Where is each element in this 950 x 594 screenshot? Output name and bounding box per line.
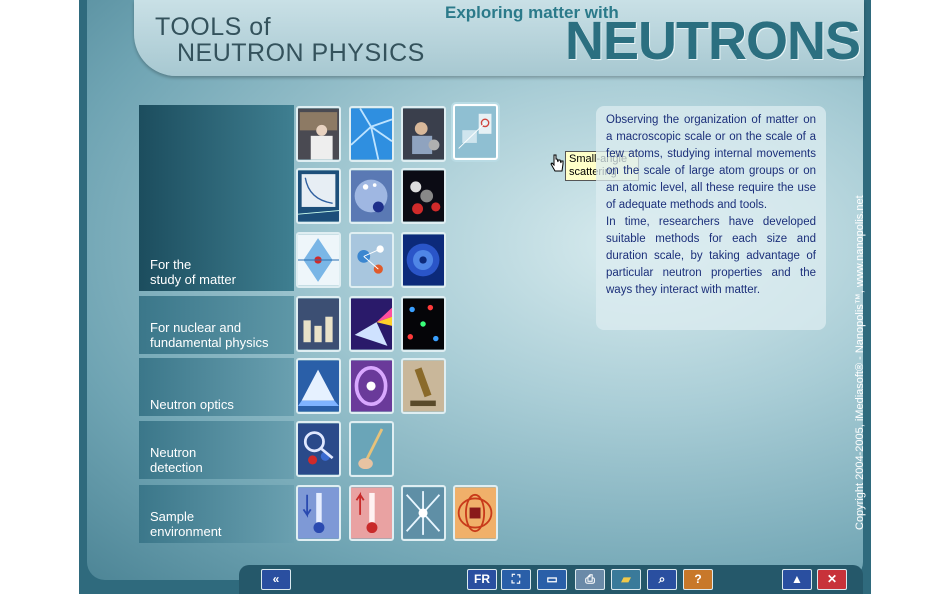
- pointer-hand-icon: [550, 154, 564, 177]
- thumb-particle-lattice[interactable]: [401, 296, 446, 352]
- thumb-diffraction-pattern[interactable]: [349, 168, 394, 224]
- thumb-molecule[interactable]: [401, 168, 446, 224]
- thumb-reactor-building[interactable]: [296, 296, 341, 352]
- category-nuclear-physics[interactable]: For nuclear and fundamental physics: [139, 296, 294, 354]
- copyright-text: Copyright 2004-2005, iMediasoft® - Nanop…: [854, 195, 866, 530]
- description-panel: Observing the organization of matter on …: [596, 106, 826, 330]
- thumb-prism[interactable]: [296, 358, 341, 414]
- help-icon: ?: [694, 572, 702, 586]
- thumb-pressure-burst[interactable]: [401, 485, 446, 541]
- fullscreen-button[interactable]: ⛶: [501, 569, 531, 590]
- thumb-interference-pattern[interactable]: [296, 232, 341, 288]
- thumb-quasicrystal[interactable]: [401, 232, 446, 288]
- thumb-detector-magnifier[interactable]: [296, 421, 341, 477]
- print-icon: ⎙: [585, 572, 595, 586]
- fullscreen-icon: ⛶: [511, 572, 521, 586]
- description-paragraph-2: In time, researchers have developed suit…: [606, 216, 816, 296]
- up-button[interactable]: ▲: [782, 569, 812, 590]
- thumb-researcher[interactable]: [296, 106, 341, 162]
- language-button[interactable]: FR: [467, 569, 497, 590]
- window-icon: ▭: [546, 572, 558, 586]
- zoom-icon: ⌕: [658, 572, 666, 586]
- folder-button[interactable]: ▰: [611, 569, 641, 590]
- category-neutron-optics[interactable]: Neutron optics: [139, 358, 294, 416]
- category-label: Neutron detection: [150, 445, 203, 475]
- folder-icon: ▰: [621, 572, 631, 586]
- page-title: TOOLS of NEUTRON PHYSICS: [155, 14, 425, 66]
- window-button[interactable]: ▭: [537, 569, 567, 590]
- thumb-decay-graph[interactable]: [296, 168, 341, 224]
- language-label: FR: [474, 572, 490, 586]
- thumb-prism-light[interactable]: [349, 296, 394, 352]
- category-study-of-matter[interactable]: For the study of matter: [139, 105, 294, 291]
- help-button[interactable]: ?: [683, 569, 713, 590]
- description-paragraph-1: Observing the organization of matter on …: [606, 114, 816, 211]
- close-button[interactable]: ✕: [817, 569, 847, 590]
- back-button[interactable]: «: [261, 569, 291, 590]
- print-button[interactable]: ⎙: [575, 569, 605, 590]
- thumb-hot-thermometer[interactable]: [349, 485, 394, 541]
- thumb-magnetic-field[interactable]: [453, 485, 498, 541]
- zoom-button[interactable]: ⌕: [647, 569, 677, 590]
- thumb-small-angle-scattering[interactable]: [453, 104, 498, 160]
- thumb-cold-thermometer[interactable]: [296, 485, 341, 541]
- brand-title: NEUTRONS: [565, 11, 861, 71]
- thumb-microscope[interactable]: [401, 358, 446, 414]
- close-icon: ✕: [826, 572, 838, 586]
- category-label: Sample environment: [150, 509, 222, 539]
- thumb-atoms-bonds[interactable]: [349, 232, 394, 288]
- category-sample-environment[interactable]: Sample environment: [139, 485, 294, 543]
- thumb-hand-pen[interactable]: [349, 421, 394, 477]
- category-label: For the study of matter: [150, 257, 236, 287]
- category-label: Neutron optics: [150, 397, 234, 412]
- category-neutron-detection[interactable]: Neutron detection: [139, 421, 294, 479]
- thumb-blue-crystal[interactable]: [349, 106, 394, 162]
- app-window: TOOLS of NEUTRON PHYSICS Exploring matte…: [79, 0, 871, 594]
- category-label: For nuclear and fundamental physics: [150, 320, 269, 350]
- thumb-instrument-operator[interactable]: [401, 106, 446, 162]
- up-arrow-icon: ▲: [791, 572, 803, 586]
- title-line-2: NEUTRON PHYSICS: [177, 39, 425, 67]
- double-left-arrow-icon: «: [272, 572, 280, 586]
- title-line-1: TOOLS of: [155, 13, 272, 41]
- thumb-guide-tube[interactable]: [349, 358, 394, 414]
